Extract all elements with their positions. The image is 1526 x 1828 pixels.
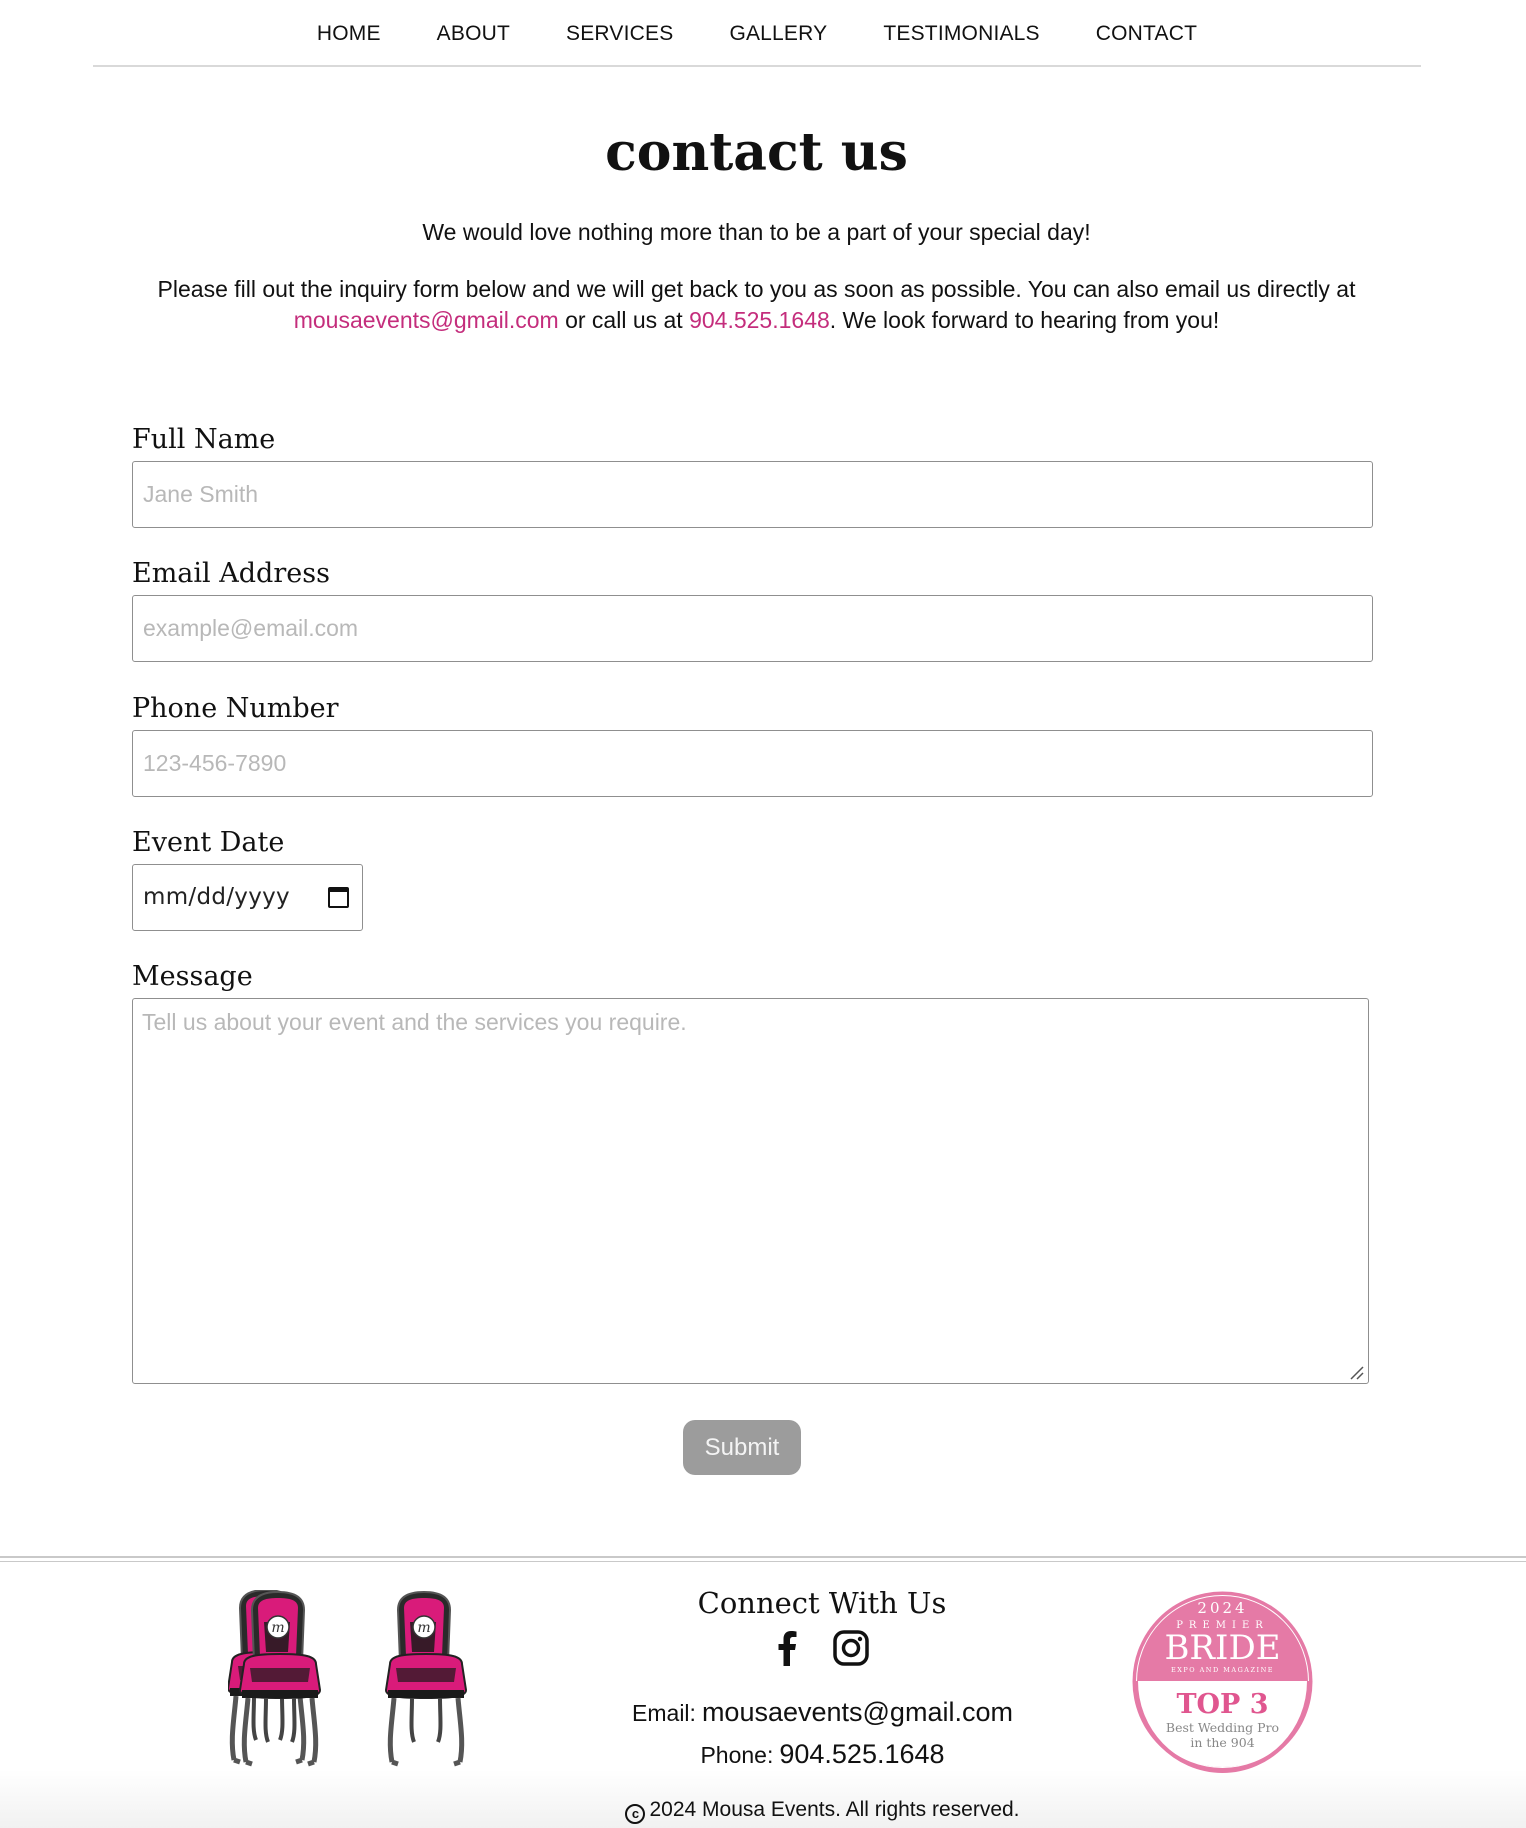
footer-phone-link[interactable]: 904.525.1648 [779,1739,944,1769]
message-textarea[interactable] [132,998,1369,1384]
footer-phone-label: Phone: [700,1742,774,1768]
page-title: contact us [605,122,908,183]
nav-item-gallery[interactable]: GALLERY [729,22,827,46]
intro-details: Please fill out the inquiry form below a… [150,274,1363,336]
resize-grip-icon[interactable] [1349,1366,1365,1380]
intro-details-mid: or call us at [558,307,690,333]
nav-list: HOME ABOUT SERVICES GALLERY TESTIMONIALS… [93,22,1421,46]
instagram-icon[interactable] [831,1628,871,1668]
email-input[interactable] [132,595,1373,662]
footer-phone: Phone: 904.525.1648 [560,1739,1085,1770]
footer-email: Email: mousaevents@gmail.com [560,1697,1085,1728]
facebook-icon[interactable] [768,1628,808,1668]
intro-details-end: . We look forward to hearing from you! [829,307,1220,333]
full-name-input[interactable] [132,461,1373,528]
badge-tagline: EXPO AND MAGAZINE [1171,1666,1274,1674]
nav-item-testimonials[interactable]: TESTIMONIALS [883,22,1039,46]
copyright: c 2024 Mousa Events. All rights reserved. [560,1798,1085,1824]
nav-item-about[interactable]: ABOUT [437,22,510,46]
badge-rank: TOP 3 [1176,1689,1268,1720]
full-name-label: Full Name [132,424,276,455]
nav-item-contact[interactable]: CONTACT [1096,22,1197,46]
copyright-text: 2024 Mousa Events. All rights reserved. [649,1798,1020,1821]
copyright-icon: c [625,1804,646,1824]
intro-details-start: Please fill out the inquiry form below a… [157,276,1356,302]
intro-email-link[interactable]: mousaevents@gmail.com [294,307,559,333]
intro-phone-link[interactable]: 904.525.1648 [689,307,830,333]
nav-item-home[interactable]: HOME [317,22,381,46]
chairs-logo: m [228,1590,508,1770]
event-date-input[interactable]: mm/dd/yyyy [132,864,363,931]
badge-brand: BRIDE [1164,1628,1280,1668]
submit-button[interactable]: Submit [683,1420,801,1475]
connect-title: Connect With Us [697,1586,947,1620]
badge-line1: Best Wedding Pro [1166,1720,1279,1735]
footer-email-label: Email: [632,1700,696,1726]
message-label: Message [132,961,253,992]
event-date-placeholder: mm/dd/yyyy [143,884,290,910]
badge-line2: in the 904 [1190,1735,1254,1750]
footer-email-link[interactable]: mousaevents@gmail.com [702,1697,1013,1727]
phone-label: Phone Number [132,693,339,724]
nav-item-services[interactable]: SERVICES [566,22,673,46]
intro-text: We would love nothing more than to be a … [422,219,1091,245]
event-date-label: Event Date [132,827,285,858]
badge-year: 2024 [1197,1599,1247,1617]
phone-input[interactable] [132,730,1373,797]
premier-bride-badge: 2024 PREMIER BRIDE EXPO AND MAGAZINE TOP… [1132,1591,1313,1774]
top-nav: HOME ABOUT SERVICES GALLERY TESTIMONIALS… [93,0,1421,67]
calendar-icon[interactable] [328,887,349,908]
email-label: Email Address [132,558,330,589]
